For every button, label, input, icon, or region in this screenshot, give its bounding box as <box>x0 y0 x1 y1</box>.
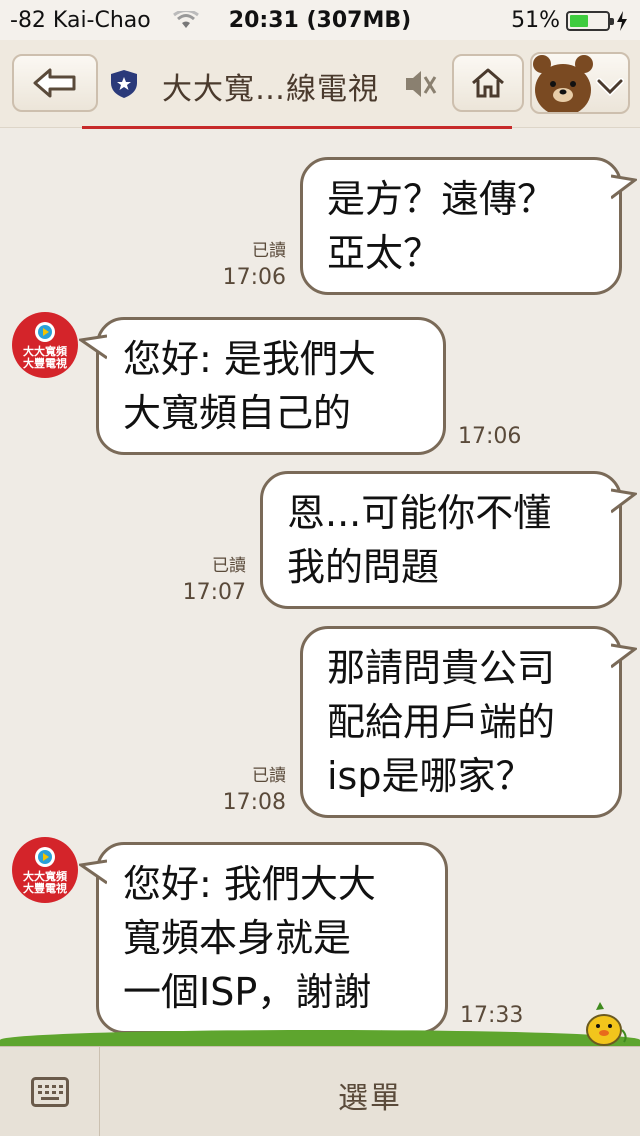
battery-icon <box>566 10 614 31</box>
sender-avatar[interactable]: 大大寬頻 大豐電視 <box>12 312 78 378</box>
brand-logo-icon <box>35 847 55 867</box>
message-bubble-outgoing[interactable]: 是方？遠傳？ 亞太？ <box>300 157 637 295</box>
message-text: 恩...可能你不懂 我的問題 <box>287 491 552 589</box>
message-time: 17:33 <box>460 1003 524 1028</box>
message-text: 是方？遠傳？ 亞太？ <box>327 177 556 275</box>
sender-avatar[interactable]: 大大寬頻 大豐電視 <box>12 837 78 903</box>
speaker-muted-icon <box>406 71 437 97</box>
avatar-label: 大大寬頻 大豐電視 <box>23 345 67 370</box>
home-button[interactable] <box>452 54 524 112</box>
keyboard-toggle-button[interactable] <box>0 1047 100 1136</box>
avatar-label: 大大寬頻 大豐電視 <box>23 870 67 895</box>
message-text: 您好: 我們大大 寬頻本身就是 一個ISP，謝謝 <box>123 862 376 1014</box>
message-time: 17:06 <box>222 265 286 290</box>
message-meta: 已讀 17:07 <box>150 551 246 605</box>
keyboard-icon <box>30 1077 69 1107</box>
message-meta: 已讀 17:08 <box>190 761 286 815</box>
bubble-tail <box>611 488 637 514</box>
bubble-tail <box>611 174 637 200</box>
profile-menu-button[interactable] <box>530 52 630 114</box>
message-meta: 已讀 17:06 <box>190 236 286 290</box>
grass-decoration <box>0 1030 640 1046</box>
back-button[interactable] <box>12 54 98 112</box>
bubble-tail <box>611 643 637 669</box>
message-time: 17:08 <box>222 790 286 815</box>
home-icon <box>472 68 504 98</box>
chat-title: 大大寬…線電視 <box>162 72 379 107</box>
chat-area[interactable]: 已讀 17:06 是方？遠傳？ 亞太？ 大大寬頻 大豐電視 您好: 是我們大 大… <box>0 129 640 1044</box>
back-arrow-icon <box>33 68 76 98</box>
message-text: 您好: 是我們大 大寬頻自己的 <box>123 337 376 435</box>
message-bubble-incoming[interactable]: 您好: 我們大大 寬頻本身就是 一個ISP，謝謝 <box>79 842 448 1034</box>
read-receipt: 已讀 <box>252 241 286 261</box>
chick-mascot-icon <box>586 1002 627 1046</box>
chevron-down-icon <box>596 78 624 97</box>
status-bar: -82 Kai-Chao 20:31 (307MB) 51% <box>0 0 640 40</box>
read-receipt: 已讀 <box>252 766 286 786</box>
message-meta: 17:33 <box>460 999 523 1028</box>
message-time: 17:07 <box>182 580 246 605</box>
menu-button[interactable]: 選單 <box>100 1073 640 1117</box>
bubble-tail <box>79 334 107 360</box>
message-bubble-outgoing[interactable]: 那請問貴公司 配給用戶端的 isp是哪家？ <box>300 626 637 818</box>
bubble-tail <box>79 859 107 885</box>
message-bubble-incoming[interactable]: 您好: 是我們大 大寬頻自己的 <box>79 317 446 455</box>
battery-fill <box>570 14 589 27</box>
charging-bolt-icon <box>617 10 627 31</box>
brand-logo-icon <box>35 322 55 342</box>
chat-header: 大大寬…線電視 <box>0 40 640 128</box>
message-time: 17:06 <box>458 424 522 449</box>
shield-star-icon <box>111 70 137 98</box>
battery-percent: 51% <box>511 8 560 33</box>
message-meta: 17:06 <box>458 420 521 449</box>
message-text: 那請問貴公司 配給用戶端的 isp是哪家？ <box>327 646 556 798</box>
message-bubble-outgoing[interactable]: 恩...可能你不懂 我的問題 <box>260 471 637 609</box>
bottom-menu-bar: 選單 <box>0 1046 640 1136</box>
read-receipt: 已讀 <box>212 556 246 576</box>
